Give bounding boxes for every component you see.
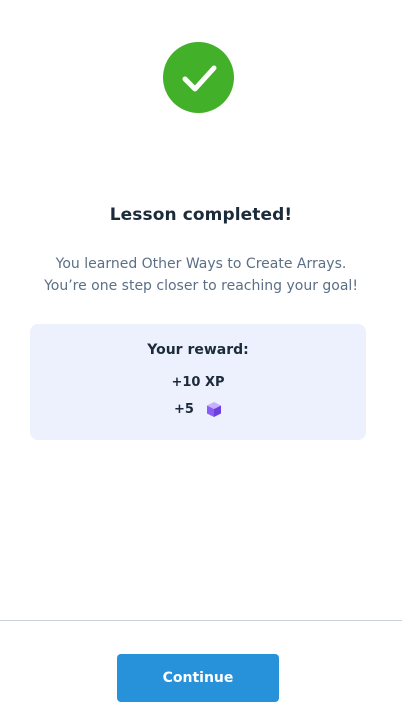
checkmark-circle-icon <box>163 42 234 113</box>
footer-divider <box>0 620 402 621</box>
reward-bits-value: +5 <box>174 402 194 417</box>
reward-bits: +5 <box>30 401 366 418</box>
completion-message: You learned Other Ways to Create Arrays.… <box>0 253 402 297</box>
completion-message-line-2: You’re one step closer to reaching your … <box>44 278 358 294</box>
reward-heading: Your reward: <box>147 342 249 358</box>
reward-card: Your reward: +10 XP +5 <box>30 324 366 440</box>
page-title: Lesson completed! <box>109 205 293 225</box>
continue-button[interactable]: Continue <box>117 654 279 702</box>
completion-message-line-1: You learned Other Ways to Create Arrays. <box>55 256 347 272</box>
reward-xp: +10 XP <box>171 375 225 390</box>
checkmark-icon <box>182 65 216 91</box>
purple-cube-icon <box>206 402 221 417</box>
lesson-complete-screen: Lesson completed! You learned Other Ways… <box>0 0 402 716</box>
